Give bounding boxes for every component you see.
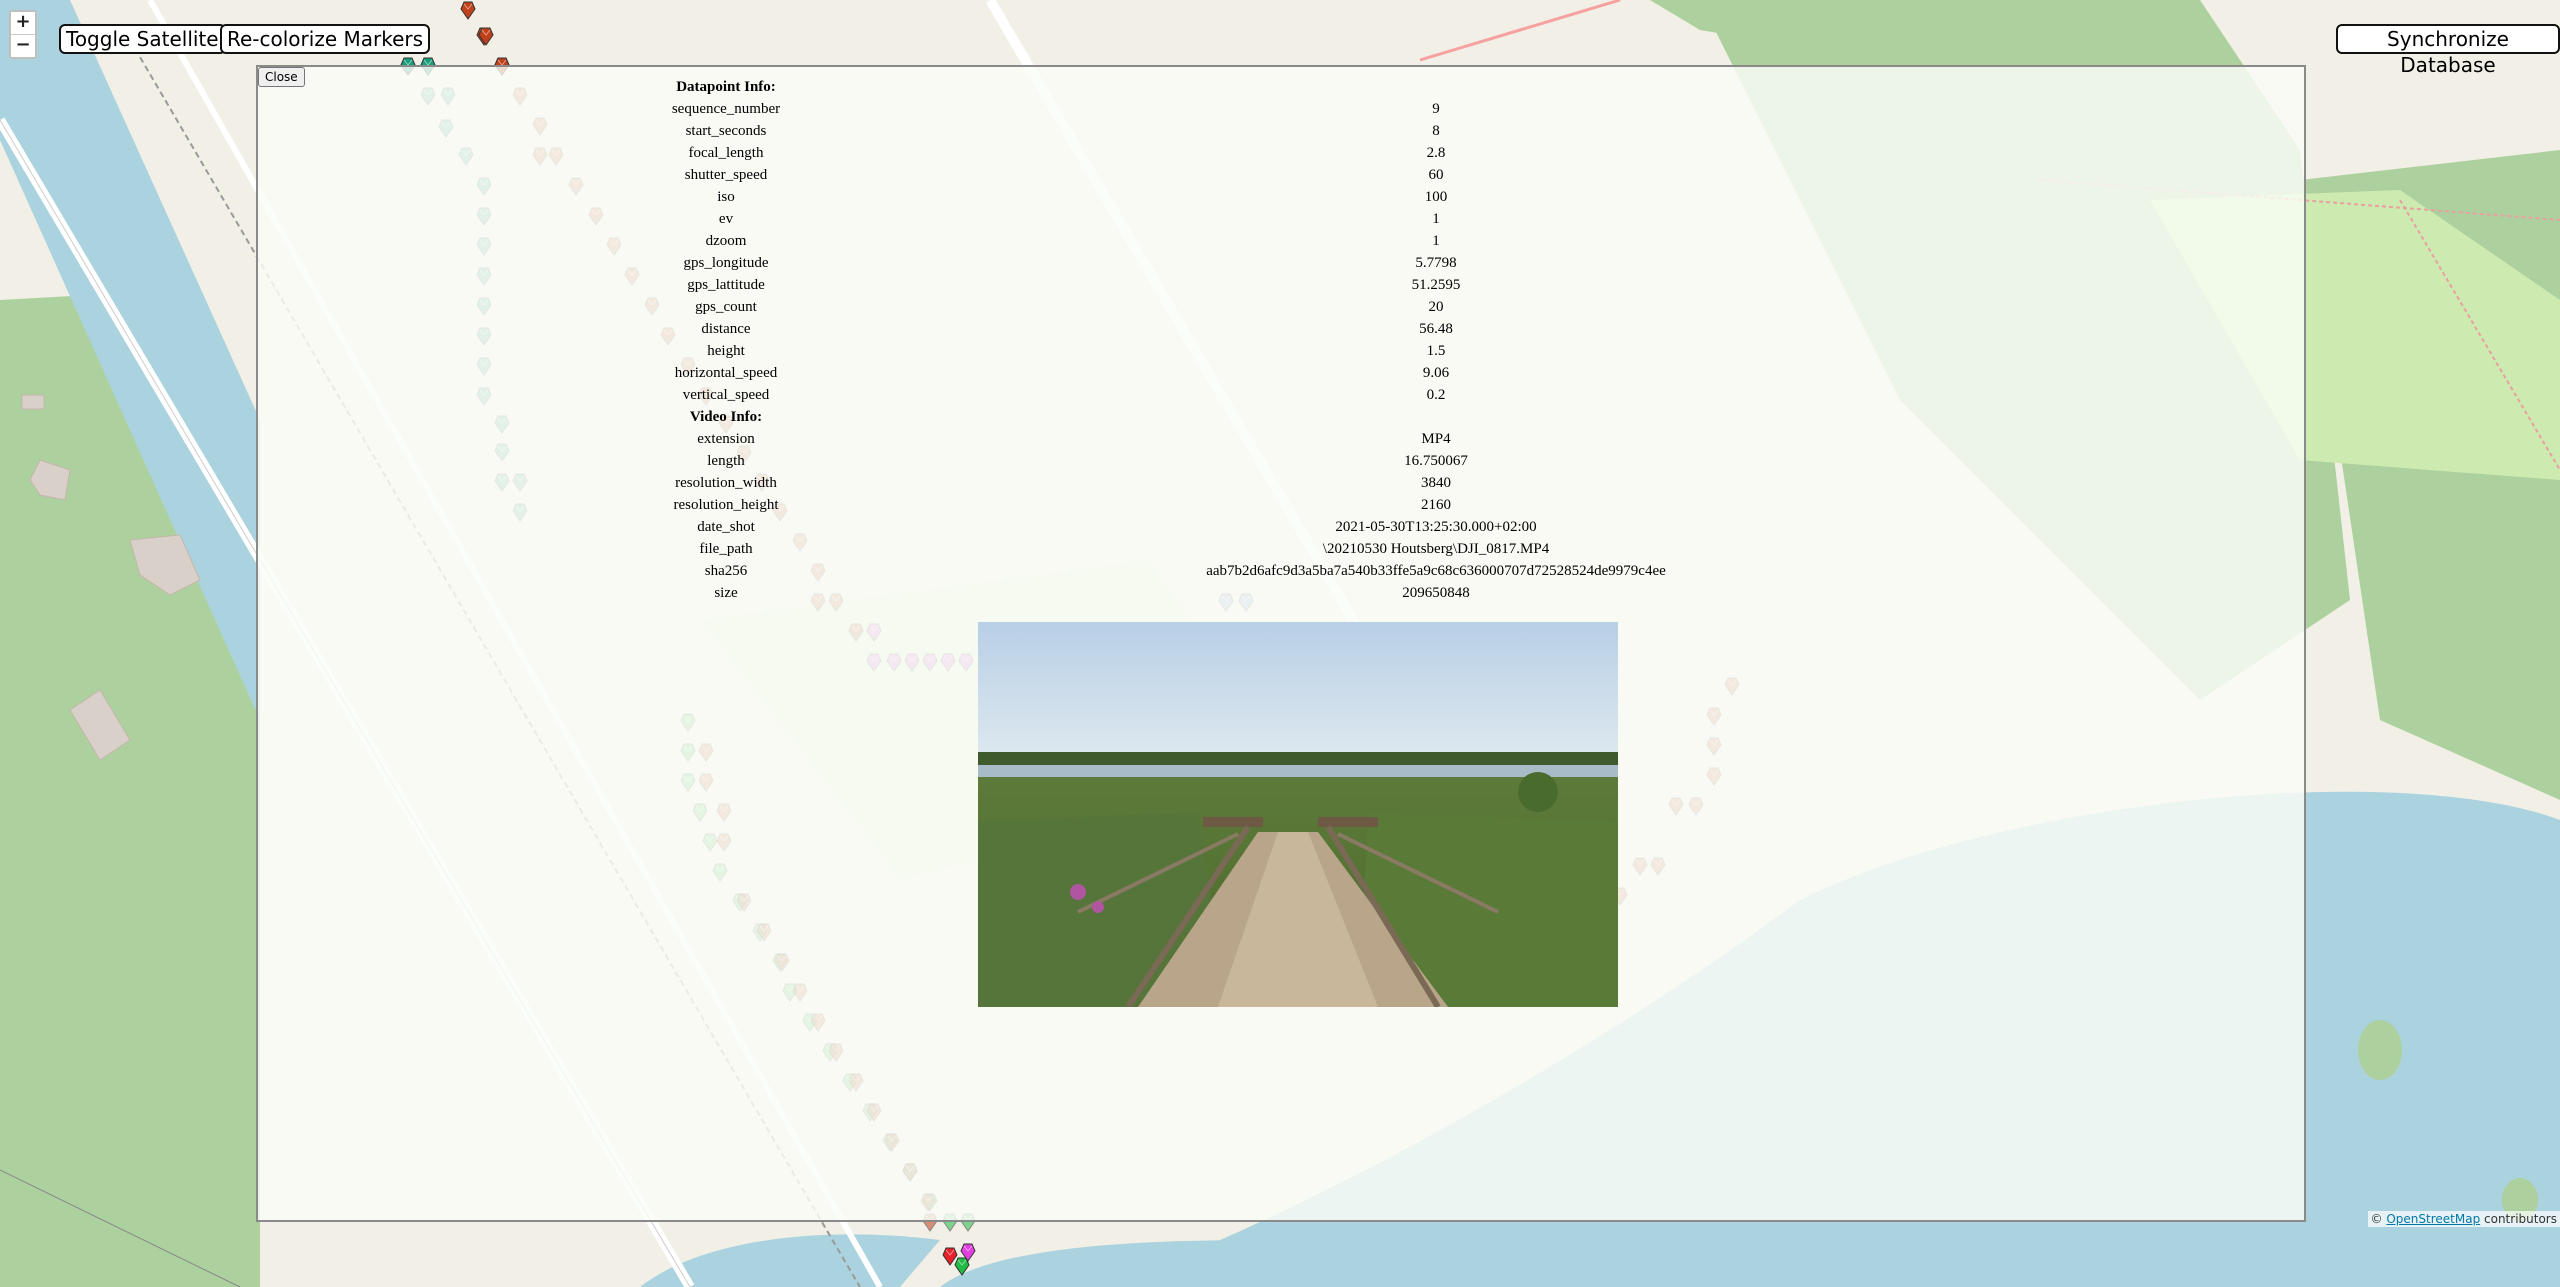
video-thumbnail[interactable]: [978, 622, 1618, 1007]
info-row: gps_count 20: [638, 296, 2058, 318]
zoom-control: + −: [9, 10, 37, 59]
info-row: length 16.750067: [638, 450, 2058, 472]
info-row: extension MP4: [638, 428, 2058, 450]
info-value: aab7b2d6afc9d3a5ba7a540b33ffe5a9c68c6360…: [1206, 562, 1666, 579]
map-marker[interactable]: [954, 1256, 970, 1276]
info-row: resolution_width 3840: [638, 472, 2058, 494]
info-value: 9.06: [1422, 364, 1450, 381]
info-row: gps_longitude 5.7798: [638, 252, 2058, 274]
close-button[interactable]: Close: [258, 67, 305, 87]
info-value: 2160: [1421, 496, 1451, 513]
info-row: dzoom 1: [638, 230, 2058, 252]
section-header-row: Video Info:: [638, 406, 2058, 428]
info-value: 60: [1428, 166, 1444, 183]
info-value: 100: [1424, 188, 1448, 205]
info-value: 5.7798: [1415, 254, 1457, 271]
info-key: ev: [718, 210, 734, 227]
info-key: dzoom: [705, 232, 747, 249]
info-key: sha256: [704, 562, 748, 579]
info-key: sequence_number: [671, 100, 781, 117]
info-key: file_path: [699, 540, 753, 557]
info-key: gps_longitude: [683, 254, 769, 271]
toggle-satellite-button[interactable]: Toggle Satellite: [59, 24, 226, 54]
map-marker[interactable]: [478, 26, 494, 46]
datapoint-info-panel: Close Datapoint Info: sequence_number 9 sta…: [256, 65, 2306, 1222]
info-row: sequence_number 9: [638, 98, 2058, 120]
info-row: distance 56.48: [638, 318, 2058, 340]
info-value: 51.2595: [1411, 276, 1461, 293]
info-row: height 1.5: [638, 340, 2058, 362]
info-row: sha256 aab7b2d6afc9d3a5ba7a540b33ffe5a9c6…: [638, 560, 2058, 582]
info-value: 3840: [1421, 474, 1451, 491]
info-row: iso 100: [638, 186, 2058, 208]
attribution-suffix: contributors: [2484, 1212, 2557, 1226]
zoom-in-button[interactable]: +: [11, 12, 35, 34]
section-header: Video Info:: [689, 408, 763, 425]
info-row: date_shot 2021-05-30T13:25:30.000+02:00: [638, 516, 2058, 538]
info-key: length: [707, 452, 745, 469]
info-row: vertical_speed 0.2: [638, 384, 2058, 406]
section-header-spacer: [814, 406, 2058, 428]
info-value: 56.48: [1419, 320, 1453, 337]
zoom-out-button[interactable]: −: [11, 34, 35, 57]
info-key: size: [714, 584, 738, 601]
recolorize-markers-button[interactable]: Re-colorize Markers: [220, 24, 431, 54]
info-row: gps_lattitude 51.2595: [638, 274, 2058, 296]
info-row: horizontal_speed 9.06: [638, 362, 2058, 384]
info-row: focal_length 2.8: [638, 142, 2058, 164]
info-key: vertical_speed: [682, 386, 770, 403]
info-key: gps_count: [695, 298, 757, 315]
section-header-spacer: [814, 76, 2058, 98]
section-header: Datapoint Info:: [676, 78, 776, 95]
info-key: gps_lattitude: [687, 276, 765, 293]
info-key: height: [707, 342, 745, 359]
info-value: 1: [1432, 232, 1440, 249]
info-value: 9: [1432, 100, 1440, 117]
info-value: 1: [1432, 210, 1440, 227]
info-key: start_seconds: [685, 122, 767, 139]
info-value: 2021-05-30T13:25:30.000+02:00: [1335, 518, 1537, 535]
map-attribution: © OpenStreetMap contributors: [2367, 1211, 2560, 1227]
info-key: extension: [697, 430, 755, 447]
info-row: ev 1: [638, 208, 2058, 230]
info-key: focal_length: [688, 144, 764, 161]
section-header-row: Datapoint Info:: [638, 76, 2058, 98]
info-value: 1.5: [1426, 342, 1446, 359]
info-row: resolution_height 2160: [638, 494, 2058, 516]
info-row: file_path \20210530 Houtsberg\DJI_0817.MP…: [638, 538, 2058, 560]
thumbnail-image: [978, 622, 1618, 1007]
info-key: horizontal_speed: [674, 364, 778, 381]
info-key: iso: [717, 188, 735, 205]
synchronize-database-button[interactable]: Synchronize Database: [2336, 24, 2560, 77]
info-row: size 209650848: [638, 582, 2058, 604]
info-value: MP4: [1421, 430, 1451, 447]
info-value: 8: [1432, 122, 1440, 139]
attribution-prefix: ©: [2370, 1212, 2383, 1226]
info-value: 2.8: [1426, 144, 1446, 161]
info-row: shutter_speed 60: [638, 164, 2058, 186]
info-value: 209650848: [1402, 584, 1470, 601]
info-key: distance: [701, 320, 751, 337]
info-table: Datapoint Info: sequence_number 9 start_sec…: [638, 76, 2058, 604]
info-key: date_shot: [697, 518, 755, 535]
info-row: start_seconds 8: [638, 120, 2058, 142]
info-key: resolution_height: [673, 496, 779, 513]
info-value: 16.750067: [1404, 452, 1468, 469]
map-marker[interactable]: [460, 0, 476, 20]
info-value: \20210530 Houtsberg\DJI_0817.MP4: [1322, 540, 1550, 557]
info-key: resolution_width: [675, 474, 777, 491]
info-key: shutter_speed: [684, 166, 768, 183]
info-value: 0.2: [1426, 386, 1446, 403]
info-value: 20: [1428, 298, 1444, 315]
openstreetmap-link[interactable]: OpenStreetMap: [2386, 1212, 2480, 1226]
